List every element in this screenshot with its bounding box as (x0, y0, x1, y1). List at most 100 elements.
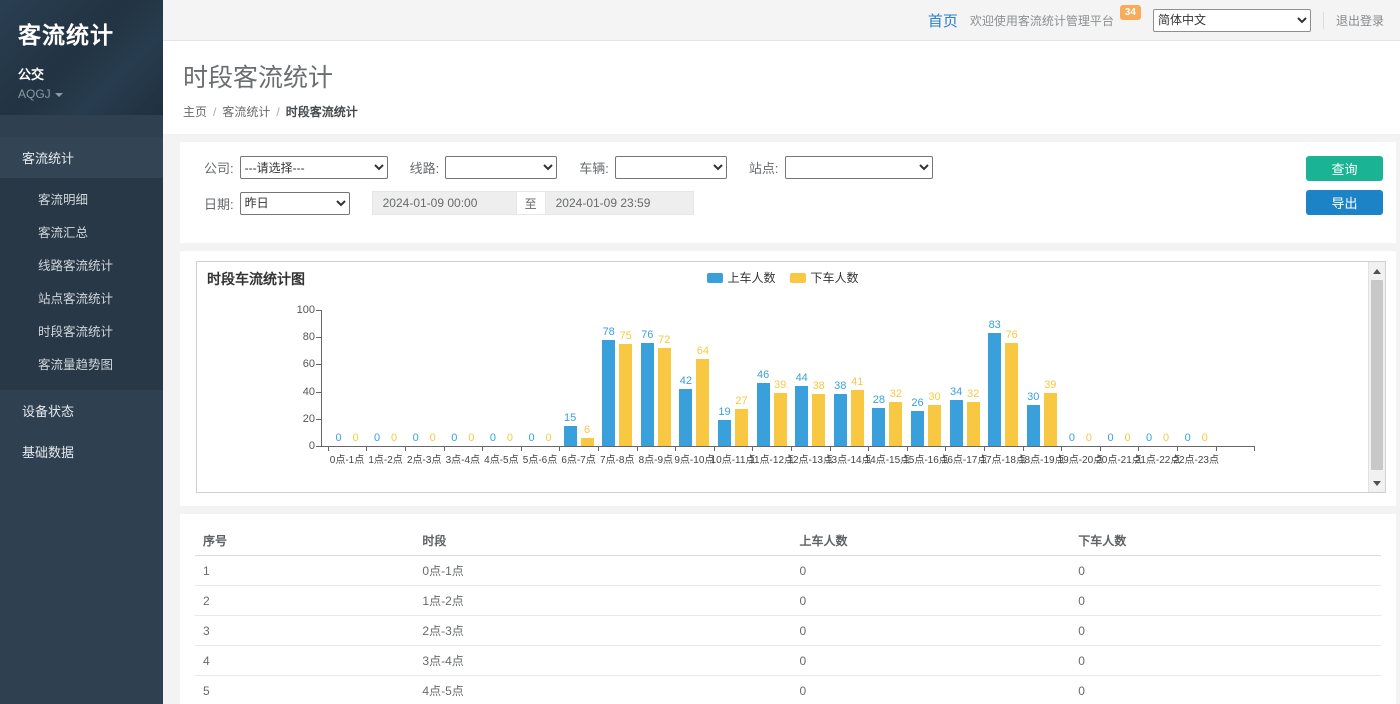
sidebar: 客流统计 公交 AQGJ 客流统计 客流明细客流汇总线路客流统计站点客流统计时段… (0, 0, 163, 704)
bar-value-label: 15 (550, 412, 590, 424)
y-axis-tick-label: 40 (285, 386, 315, 398)
page-heading: 时段客流统计 主页/客流统计/时段客流统计 (163, 41, 1400, 134)
legend-label-boarding: 上车人数 (727, 269, 775, 286)
chart-bar (679, 389, 692, 446)
legend-alighting[interactable]: 下车人数 (790, 269, 859, 286)
table-cell: 1点-2点 (414, 586, 791, 616)
chart-bar (795, 386, 808, 446)
line-group (445, 156, 557, 179)
table-cell: 0 (1070, 616, 1381, 646)
breadcrumb: 主页/客流统计/时段客流统计 (183, 103, 1380, 120)
vehicle-select[interactable] (615, 156, 727, 179)
bar-value-label: 76 (992, 329, 1032, 341)
date-preset-group: 昨日 (240, 192, 350, 215)
sidebar-nav: 客流统计 客流明细客流汇总线路客流统计站点客流统计时段客流统计客流量趋势图 设备… (0, 137, 163, 472)
bar-value-label: 0 (1185, 432, 1225, 444)
breadcrumb-item[interactable]: 主页 (183, 105, 207, 119)
y-axis-tick-label: 80 (285, 331, 315, 343)
table-header-cell: 序号 (195, 526, 414, 556)
breadcrumb-item: 时段客流统计 (286, 105, 358, 119)
date-preset-select[interactable]: 昨日 (240, 192, 350, 215)
table-cell: 5 (195, 676, 414, 704)
table-cell: 2 (195, 586, 414, 616)
sidebar-item[interactable]: 设备状态 (0, 390, 163, 431)
sidebar-other-items: 设备状态基础数据 (0, 390, 163, 472)
company-select[interactable]: ---请选择--- (240, 156, 388, 179)
date-to-input[interactable] (545, 191, 694, 215)
y-axis-tick (316, 364, 321, 365)
line-label: 线路: (410, 158, 440, 177)
filter-row-1: 公司: ---请选择--- 线路: 车辆: 站点: (204, 156, 1376, 179)
bar-value-label: 27 (722, 395, 762, 407)
legend-swatch-alighting (790, 273, 806, 283)
chart-legend: 上车人数 下车人数 (706, 269, 858, 286)
chart-plot-area: 时段车流统计图 上车人数 下车人数 020406080100000点-1点001… (197, 262, 1368, 492)
chart-bar (812, 394, 825, 446)
language-select[interactable]: 简体中文 (1153, 9, 1311, 32)
scroll-down-arrow-icon[interactable] (1369, 475, 1385, 491)
chart-bar (581, 438, 594, 446)
breadcrumb-item[interactable]: 客流统计 (222, 105, 270, 119)
app-logo-title: 客流统计 (18, 16, 145, 50)
station-group (785, 156, 933, 179)
table-cell: 0 (1070, 556, 1381, 586)
export-button[interactable]: 导出 (1306, 190, 1383, 215)
table-header-cell: 上车人数 (792, 526, 1071, 556)
sidebar-subitem[interactable]: 站点客流统计 (0, 281, 163, 314)
line-select[interactable] (445, 156, 557, 179)
sidebar-subitem[interactable]: 线路客流统计 (0, 248, 163, 281)
query-button[interactable]: 查询 (1306, 156, 1383, 181)
table-cell: 4 (195, 646, 414, 676)
y-axis-line (321, 310, 322, 446)
sidebar-subitem[interactable]: 客流汇总 (0, 215, 163, 248)
y-axis-tick (316, 419, 321, 420)
table-cell: 0 (792, 646, 1071, 676)
chart-bar (834, 394, 847, 446)
bar-value-label: 0 (529, 432, 569, 444)
chart-bar (988, 333, 1001, 446)
table-header-row: 序号时段上车人数下车人数 (195, 526, 1381, 556)
vehicle-label: 车辆: (579, 158, 609, 177)
x-axis-line (321, 446, 1255, 447)
data-table: 序号时段上车人数下车人数 10点-1点0021点-2点0032点-3点0043点… (195, 526, 1381, 704)
sidebar-subitem[interactable]: 客流明细 (0, 182, 163, 215)
chart-bar (757, 383, 770, 446)
legend-label-alighting: 下车人数 (811, 269, 859, 286)
legend-boarding[interactable]: 上车人数 (706, 269, 775, 286)
scrollbar-thumb[interactable] (1371, 280, 1383, 470)
sidebar-subitem[interactable]: 时段客流统计 (0, 314, 163, 347)
table-panel: 序号时段上车人数下车人数 10点-1点0021点-2点0032点-3点0043点… (180, 514, 1396, 704)
breadcrumb-separator: / (276, 105, 279, 119)
x-axis-tick (1254, 447, 1255, 451)
welcome-text: 欢迎使用客流统计管理平台 (970, 12, 1114, 29)
station-select[interactable] (785, 156, 933, 179)
logout-link[interactable]: 退出登录 (1323, 12, 1384, 29)
chart-scrollbar[interactable] (1368, 262, 1385, 492)
legend-swatch-boarding (706, 273, 722, 283)
sidebar-submenu: 客流明细客流汇总线路客流统计站点客流统计时段客流统计客流量趋势图 (0, 178, 163, 390)
filter-buttons: 查询 导出 (1306, 156, 1383, 215)
bar-value-label: 72 (644, 334, 684, 346)
company-label: 公司: (204, 158, 234, 177)
org-code-dropdown[interactable]: AQGJ (18, 87, 145, 101)
home-link[interactable]: 首页 (928, 10, 958, 31)
x-axis-category-label: 22点-23点 (1165, 451, 1227, 466)
chart-bar (774, 393, 787, 446)
chart-bar (696, 359, 709, 446)
notification-badge[interactable]: 34 (1120, 5, 1141, 20)
station-label: 站点: (749, 158, 779, 177)
table-cell: 0 (792, 556, 1071, 586)
sidebar-section-passenger-stats[interactable]: 客流统计 (0, 137, 163, 178)
chart-bar (950, 400, 963, 446)
chart-bar (602, 340, 615, 446)
table-cell: 3 (195, 616, 414, 646)
scroll-up-arrow-icon[interactable] (1369, 263, 1385, 279)
org-code-label: AQGJ (18, 87, 51, 101)
y-axis-tick (316, 392, 321, 393)
chart-bar (619, 344, 632, 446)
table-body: 10点-1点0021点-2点0032点-3点0043点-4点0054点-5点00… (195, 556, 1381, 704)
sidebar-item[interactable]: 基础数据 (0, 431, 163, 472)
date-from-input[interactable] (372, 191, 517, 215)
y-axis-tick-label: 0 (285, 440, 315, 452)
sidebar-subitem[interactable]: 客流量趋势图 (0, 347, 163, 380)
